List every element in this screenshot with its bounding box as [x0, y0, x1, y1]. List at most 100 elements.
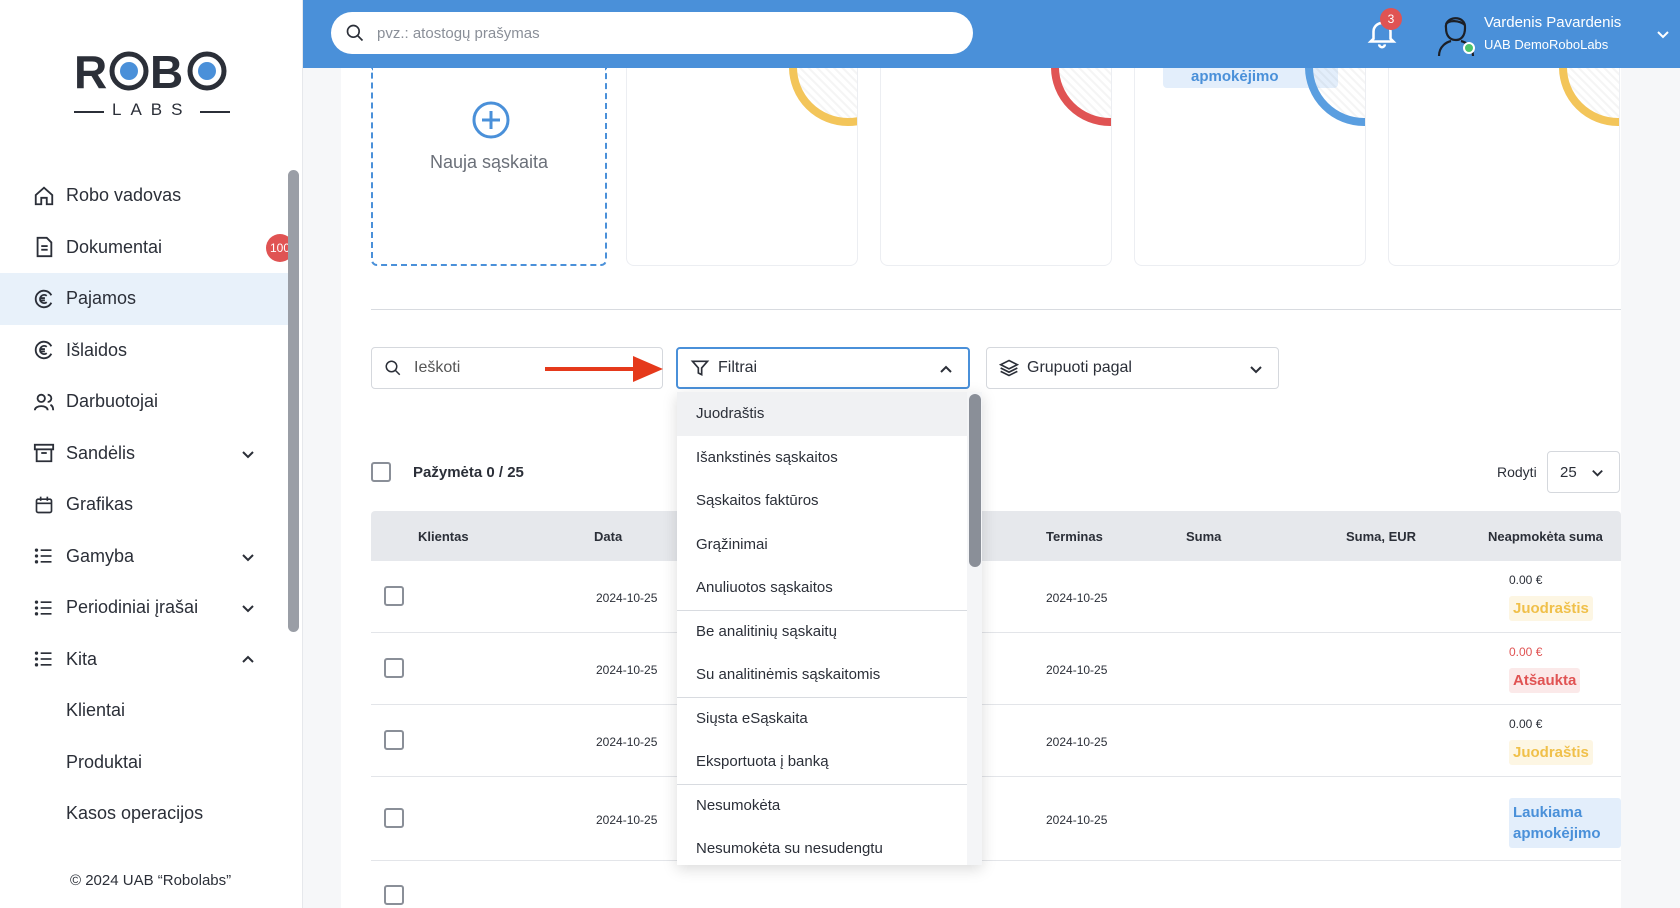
- status-badge: Juodraštis: [1509, 740, 1593, 765]
- chevron-up-icon: [940, 365, 952, 373]
- sidebar-item-darbuotojai[interactable]: Darbuotojai: [0, 376, 290, 428]
- layers-icon: [999, 359, 1019, 377]
- topbar: 3 Vardenis Pavardenis UAB DemoRoboLabs: [303, 0, 1680, 68]
- archive-icon: [32, 441, 56, 465]
- select-all: Pažymėta 0 / 25: [371, 462, 524, 482]
- row-checkbox[interactable]: [384, 808, 404, 828]
- document-icon: [32, 235, 56, 259]
- sidebar-item-kita[interactable]: Kita: [0, 634, 290, 686]
- sidebar-item-sandelis[interactable]: Sandėlis: [0, 428, 290, 480]
- svg-text:B: B: [150, 46, 183, 98]
- sidebar-scrollbar[interactable]: [288, 170, 299, 632]
- filter-option[interactable]: Siųsta eSąskaita: [677, 696, 967, 741]
- row-term: 2024-10-25: [1046, 735, 1108, 749]
- euro-circle-icon: [32, 287, 56, 311]
- stat-card[interactable]: apmokėjimo: [1134, 68, 1366, 266]
- copyright-text: © 2024 UAB “Robolabs”: [70, 872, 232, 889]
- sidebar-subitem-label: Klientai: [66, 700, 126, 721]
- card-arc: [1051, 68, 1111, 126]
- filter-option[interactable]: Eksportuota į banką: [677, 740, 967, 784]
- chevron-down-icon[interactable]: [240, 446, 256, 462]
- filter-option[interactable]: Nesumokėta: [677, 783, 967, 828]
- user-company[interactable]: UAB DemoRoboLabs: [1484, 37, 1608, 52]
- main-content: Nauja sąskaita apmokėjimo Ieškoti Filtra…: [303, 68, 1680, 908]
- filter-option[interactable]: Be analitinių sąskaitų: [677, 609, 967, 654]
- table-row[interactable]: 2024-10-25 2024-10-25 0.00 € Atšaukta: [371, 633, 1621, 705]
- sidebar-subitem-label: Produktai: [66, 751, 143, 772]
- chevron-down-icon[interactable]: [240, 600, 256, 616]
- notifications-badge: 3: [1380, 8, 1402, 30]
- page-size-label: Rodyti: [1497, 464, 1537, 480]
- sidebar-item-robo-vadovas[interactable]: Robo vadovas: [0, 170, 290, 222]
- card-status-chip-label: apmokėjimo: [1191, 68, 1279, 85]
- sidebar-item-grafikas[interactable]: Grafikas: [0, 479, 290, 531]
- filter-option[interactable]: Grąžinimai: [677, 523, 967, 567]
- robolabs-logo[interactable]: R B LABS: [74, 44, 230, 124]
- logo-labs-text: LABS: [112, 100, 192, 119]
- select-all-checkbox[interactable]: [371, 462, 391, 482]
- column-header[interactable]: Klientas: [418, 529, 469, 544]
- selected-count: Pažymėta 0 / 25: [413, 463, 524, 481]
- stat-card[interactable]: [626, 68, 858, 266]
- status-badge: Atšaukta: [1509, 668, 1581, 693]
- column-header[interactable]: Suma, EUR: [1346, 529, 1416, 544]
- filters-dropdown: Juodraštis Išankstinės sąskaitos Sąskait…: [677, 392, 982, 865]
- card-arc: [1305, 68, 1365, 126]
- table-row[interactable]: 2024-10-25 2024-10-25 0.00 € Juodraštis: [371, 561, 1621, 633]
- user-name[interactable]: Vardenis Pavardenis: [1484, 14, 1621, 31]
- status-badge: Juodraštis: [1509, 596, 1593, 621]
- sidebar-subitem-produktai[interactable]: Produktai: [0, 737, 290, 789]
- sidebar-item-periodiniai-irasai[interactable]: Periodiniai įrašai: [0, 582, 290, 634]
- search-icon: [346, 24, 364, 42]
- chevron-down-icon[interactable]: [240, 549, 256, 565]
- filter-option[interactable]: Nesumokėta su nesudengtu: [677, 827, 967, 865]
- sidebar-item-gamyba[interactable]: Gamyba: [0, 531, 290, 583]
- chevron-up-icon[interactable]: [240, 652, 256, 668]
- column-header[interactable]: Data: [594, 529, 622, 544]
- row-checkbox[interactable]: [384, 730, 404, 750]
- group-by-button[interactable]: Grupuoti pagal: [986, 347, 1279, 389]
- svg-text:R: R: [74, 46, 107, 98]
- home-icon: [32, 184, 56, 208]
- sidebar-subitem-kasos-operacijos[interactable]: Kasos operacijos: [0, 788, 290, 840]
- column-header[interactable]: Neapmokėta suma: [1488, 529, 1603, 544]
- euro-circle-icon: [32, 338, 56, 362]
- row-date: 2024-10-25: [596, 663, 658, 677]
- users-icon: [32, 390, 56, 414]
- row-checkbox[interactable]: [384, 885, 404, 905]
- filter-option[interactable]: Išankstinės sąskaitos: [677, 436, 967, 480]
- new-invoice-card[interactable]: Nauja sąskaita: [371, 68, 607, 266]
- table-row[interactable]: 2024-10-25 2024-10-25 0.00 € Juodraštis: [371, 705, 1621, 777]
- section-divider: [371, 309, 1621, 310]
- filter-option[interactable]: Su analitinėmis sąskaitomis: [677, 653, 967, 697]
- row-checkbox[interactable]: [384, 586, 404, 606]
- sidebar-item-label: Išlaidos: [66, 339, 128, 360]
- row-checkbox[interactable]: [384, 658, 404, 678]
- page-size-select[interactable]: 25: [1547, 451, 1620, 493]
- stat-card[interactable]: [880, 68, 1112, 266]
- sidebar-item-islaidos[interactable]: Išlaidos: [0, 325, 290, 377]
- calendar-icon: [32, 493, 56, 517]
- filter-option[interactable]: Sąskaitos faktūros: [677, 479, 967, 523]
- search-icon: [385, 360, 401, 376]
- sidebar-item-dokumentai[interactable]: Dokumentai 100: [0, 222, 294, 274]
- card-arc: [789, 68, 857, 126]
- table-row[interactable]: 2024-10-25 2024-10-25 Laukiama apmokėjim…: [371, 777, 1621, 861]
- status-badge: Laukiama apmokėjimo: [1509, 798, 1621, 848]
- sidebar-subitem-klientai[interactable]: Klientai: [0, 685, 290, 737]
- filters-button[interactable]: Filtrai: [676, 347, 970, 389]
- global-search[interactable]: [331, 12, 973, 54]
- group-by-label: Grupuoti pagal: [1027, 359, 1132, 376]
- filter-option[interactable]: Juodraštis: [677, 392, 967, 436]
- list-icon: [32, 647, 56, 671]
- list-icon: [32, 544, 56, 568]
- table-row[interactable]: [371, 861, 1621, 908]
- stat-card[interactable]: [1388, 68, 1620, 266]
- sidebar-item-pajamos[interactable]: Pajamos: [0, 273, 290, 325]
- dropdown-scrollbar[interactable]: [969, 394, 981, 567]
- global-search-input[interactable]: [377, 24, 937, 42]
- filter-option[interactable]: Anuliuotos sąskaitos: [677, 566, 967, 610]
- chevron-down-icon[interactable]: [1655, 26, 1671, 42]
- column-header[interactable]: Suma: [1186, 529, 1221, 544]
- column-header[interactable]: Terminas: [1046, 529, 1103, 544]
